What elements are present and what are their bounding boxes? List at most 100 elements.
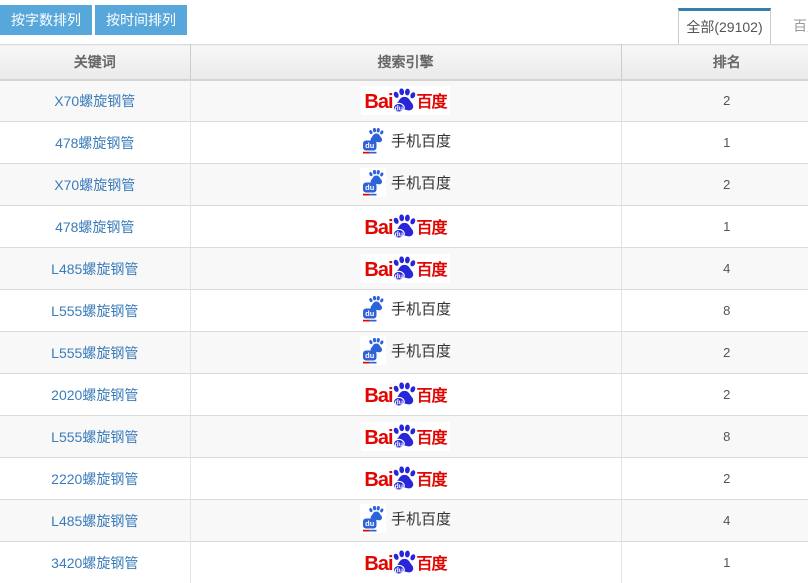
baidu-logo: Bai du 百度 <box>361 212 449 241</box>
keyword-cell: L555螺旋钢管 <box>0 290 190 332</box>
keyword-cell: 3420螺旋钢管 <box>0 542 190 583</box>
baidu-logo-cn: 百度 <box>417 95 447 111</box>
baidu-logo-cn: 百度 <box>417 263 447 279</box>
svg-text:du: du <box>394 231 403 238</box>
keyword-cell: 478螺旋钢管 <box>0 206 190 248</box>
svg-text:du: du <box>394 273 403 280</box>
baidu-logo-bai: Bai <box>364 470 392 490</box>
rank-value: 2 <box>621 458 808 500</box>
svg-text:du: du <box>365 351 375 360</box>
mobile-baidu: du 手机百度 <box>360 336 451 365</box>
keyword-cell: 478螺旋钢管 <box>0 122 190 164</box>
mobile-baidu-icon: du <box>360 294 386 323</box>
svg-text:du: du <box>365 519 375 528</box>
keyword-link[interactable]: L555螺旋钢管 <box>51 345 138 361</box>
sort-by-time-button[interactable]: 按时间排列 <box>95 5 187 35</box>
col-header-engine: 搜索引擎 <box>190 45 621 80</box>
keyword-link[interactable]: 478螺旋钢管 <box>55 135 134 151</box>
rank-value: 1 <box>621 206 808 248</box>
table-row: 2220螺旋钢管 Bai du <box>0 458 808 500</box>
keyword-cell: L485螺旋钢管 <box>0 248 190 290</box>
table-row: 2020螺旋钢管 Bai du <box>0 374 808 416</box>
baidu-logo-bai: Bai <box>364 260 392 280</box>
engine-cell: du 手机百度 <box>190 332 621 374</box>
engine-cell: Bai du 百度 <box>190 542 621 583</box>
keyword-cell: L555螺旋钢管 <box>0 416 190 458</box>
mobile-baidu-icon: du <box>360 504 386 533</box>
keyword-link[interactable]: L555螺旋钢管 <box>51 303 138 319</box>
svg-text:du: du <box>365 183 375 192</box>
keyword-cell: 2020螺旋钢管 <box>0 374 190 416</box>
rank-value: 1 <box>621 122 808 164</box>
baidu-logo: Bai du 百度 <box>361 548 449 577</box>
mobile-baidu: du 手机百度 <box>360 126 451 155</box>
mobile-baidu: du 手机百度 <box>360 168 451 197</box>
table-row: X70螺旋钢管 <box>0 164 808 206</box>
keyword-link[interactable]: L485螺旋钢管 <box>51 513 138 529</box>
rank-value: 1 <box>621 542 808 583</box>
baidu-logo-cn: 百度 <box>417 389 447 405</box>
engine-cell: du 手机百度 <box>190 500 621 542</box>
sort-by-wordcount-button[interactable]: 按字数排列 <box>0 5 92 35</box>
table-row: L555螺旋钢管 Bai du <box>0 416 808 458</box>
keyword-cell: 2220螺旋钢管 <box>0 458 190 500</box>
rank-value: 8 <box>621 416 808 458</box>
baidu-logo-cn: 百度 <box>417 557 447 573</box>
mobile-baidu: du 手机百度 <box>360 294 451 323</box>
engine-cell: Bai du 百度 <box>190 458 621 500</box>
mobile-baidu-label: 手机百度 <box>391 340 451 361</box>
keyword-cell: X70螺旋钢管 <box>0 164 190 206</box>
baidu-logo-bai: Bai <box>364 92 392 112</box>
engine-cell: Bai du 百度 <box>190 374 621 416</box>
rank-value: 2 <box>621 164 808 206</box>
keyword-link[interactable]: X70螺旋钢管 <box>54 177 135 193</box>
baidu-logo-bai: Bai <box>364 554 392 574</box>
keyword-link[interactable]: L485螺旋钢管 <box>51 261 138 277</box>
keyword-link[interactable]: 2220螺旋钢管 <box>51 471 138 487</box>
svg-text:du: du <box>394 399 403 406</box>
svg-text:du: du <box>365 309 375 318</box>
baidu-paw-icon: du <box>391 423 418 450</box>
table-row: 478螺旋钢管 <box>0 122 808 164</box>
engine-cell: Bai du 百度 <box>190 416 621 458</box>
baidu-logo: Bai du 百度 <box>361 86 449 115</box>
table-header-row: 关键词 搜索引擎 排名 <box>0 45 808 80</box>
svg-text:du: du <box>365 141 375 150</box>
toolbar: 按字数排列 按时间排列 全部(29102) 百度 <box>0 0 808 44</box>
rank-value: 2 <box>621 374 808 416</box>
svg-text:du: du <box>394 483 403 490</box>
baidu-paw-icon: du <box>391 549 418 576</box>
rank-value: 4 <box>621 500 808 542</box>
baidu-logo-bai: Bai <box>364 386 392 406</box>
col-header-rank: 排名 <box>621 45 808 80</box>
mobile-baidu-icon: du <box>360 126 386 155</box>
baidu-logo-cn: 百度 <box>417 473 447 489</box>
keyword-link[interactable]: 3420螺旋钢管 <box>51 555 138 571</box>
ranking-table: 关键词 搜索引擎 排名 X70螺旋钢管 Bai <box>0 44 808 583</box>
keyword-link[interactable]: X70螺旋钢管 <box>54 93 135 109</box>
table-row: L555螺旋钢管 <box>0 332 808 374</box>
baidu-logo: Bai du 百度 <box>361 422 449 451</box>
table-row: L485螺旋钢管 Bai du <box>0 248 808 290</box>
keyword-cell: L555螺旋钢管 <box>0 332 190 374</box>
table-row: L555螺旋钢管 <box>0 290 808 332</box>
engine-cell: Bai du 百度 <box>190 80 621 122</box>
keyword-link[interactable]: 2020螺旋钢管 <box>51 387 138 403</box>
baidu-logo-cn: 百度 <box>417 221 447 237</box>
tab-baidu[interactable]: 百度 <box>772 8 808 44</box>
table-row: 3420螺旋钢管 Bai du <box>0 542 808 583</box>
mobile-baidu: du 手机百度 <box>360 504 451 533</box>
mobile-baidu-icon: du <box>360 336 386 365</box>
keyword-cell: L485螺旋钢管 <box>0 500 190 542</box>
keyword-link[interactable]: L555螺旋钢管 <box>51 429 138 445</box>
baidu-logo-cn: 百度 <box>417 431 447 447</box>
svg-text:du: du <box>394 106 403 113</box>
table-row: 478螺旋钢管 Bai du <box>0 206 808 248</box>
engine-cell: Bai du 百度 <box>190 206 621 248</box>
baidu-paw-icon: du <box>391 381 418 408</box>
tab-all[interactable]: 全部(29102) <box>678 8 771 44</box>
keyword-link[interactable]: 478螺旋钢管 <box>55 219 134 235</box>
svg-text:du: du <box>394 567 403 574</box>
table-row: X70螺旋钢管 Bai du <box>0 80 808 122</box>
baidu-logo-bai: Bai <box>364 428 392 448</box>
